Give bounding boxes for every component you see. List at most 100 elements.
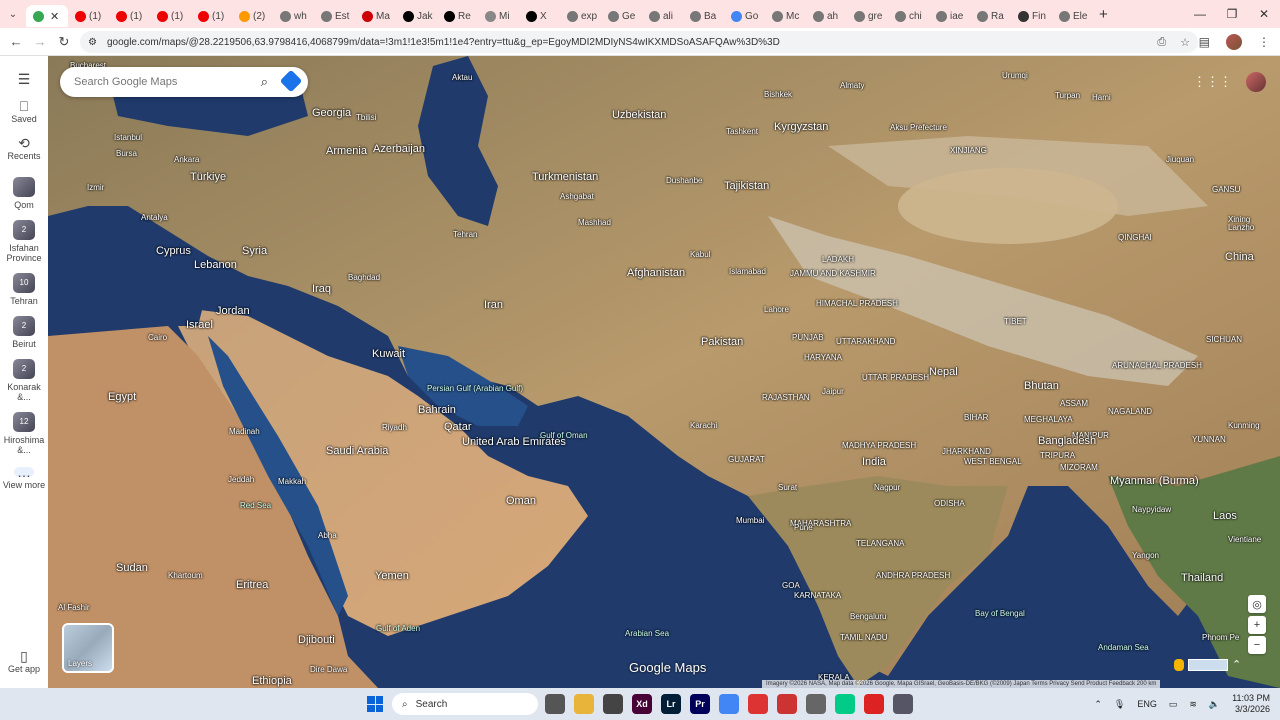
search-input[interactable] bbox=[74, 76, 234, 88]
map-place-label[interactable]: YUNNAN bbox=[1192, 434, 1226, 445]
map-place-label[interactable]: Bursa bbox=[116, 148, 137, 159]
map-place-label[interactable]: Madinah bbox=[229, 426, 260, 437]
reload-icon[interactable]: ↻ bbox=[52, 34, 76, 50]
map-place-label[interactable]: Afghanistan bbox=[627, 268, 685, 279]
map-place-label[interactable]: Urumqi bbox=[1002, 70, 1028, 81]
map-place-label[interactable]: Jaipur bbox=[822, 386, 844, 397]
pegman-icon[interactable] bbox=[1174, 658, 1184, 671]
map-place-label[interactable]: Khartoum bbox=[168, 570, 203, 581]
map-place-label[interactable]: Antalya bbox=[141, 212, 168, 223]
browser-tab[interactable]: Jak bbox=[396, 5, 437, 27]
map-place-label[interactable]: NAGALAND bbox=[1108, 406, 1152, 417]
map-place-label[interactable]: Nepal bbox=[929, 367, 958, 378]
map-place-label[interactable]: TAMIL NADU bbox=[840, 632, 888, 643]
map-place-label[interactable]: RAJASTHAN bbox=[762, 392, 810, 403]
adobe-xd-icon[interactable]: Xd bbox=[632, 694, 652, 714]
map-place-label[interactable]: KARNATAKA bbox=[794, 590, 841, 601]
apps-grid-icon[interactable]: ⋮⋮⋮ bbox=[1193, 74, 1232, 90]
map-place-label[interactable]: Yemen bbox=[375, 571, 409, 582]
map-place-label[interactable]: Aksu Prefecture bbox=[890, 122, 947, 133]
restore-icon[interactable]: ❐ bbox=[1216, 7, 1248, 21]
browser-tab[interactable]: ✕ bbox=[26, 5, 68, 27]
network-icon[interactable]: ▭ bbox=[1169, 699, 1178, 710]
forward-icon[interactable]: → bbox=[28, 34, 52, 49]
map-place-label[interactable]: MIZORAM bbox=[1060, 462, 1098, 473]
browser-tab[interactable]: (2) bbox=[232, 5, 273, 27]
browser-tab[interactable]: (1) bbox=[68, 5, 109, 27]
app-icon[interactable] bbox=[603, 694, 623, 714]
premiere-icon[interactable]: Pr bbox=[690, 694, 710, 714]
map-place-label[interactable]: Turkmenistan bbox=[532, 172, 598, 183]
map-place-label[interactable]: Bangladesh bbox=[1038, 436, 1096, 447]
recent-item[interactable]: 2 Isfahan Province bbox=[2, 220, 46, 263]
map-place-label[interactable]: QINGHAI bbox=[1118, 232, 1152, 243]
browser-tab[interactable]: (1) bbox=[150, 5, 191, 27]
map-place-label[interactable]: Kabul bbox=[690, 249, 710, 260]
map-place-label[interactable]: Jeddah bbox=[228, 474, 254, 485]
view-more-button[interactable]: … View more bbox=[2, 465, 46, 490]
edge-icon[interactable] bbox=[835, 694, 855, 714]
browser-tab[interactable]: Mc bbox=[765, 5, 806, 27]
map-place-label[interactable]: Makkah bbox=[278, 476, 306, 487]
map-place-label[interactable]: UTTARAKHAND bbox=[836, 336, 895, 347]
map-place-label[interactable]: TELANGANA bbox=[856, 538, 904, 549]
map-place-label[interactable]: MADHYA PRADESH bbox=[842, 440, 916, 451]
new-tab-button[interactable]: + bbox=[1099, 6, 1108, 23]
map-place-label[interactable]: Iraq bbox=[312, 284, 331, 295]
map-place-label[interactable]: UTTAR PRADESH bbox=[862, 372, 929, 383]
map-place-label[interactable]: Mashhad bbox=[578, 217, 611, 228]
browser-tab[interactable]: gre bbox=[847, 5, 888, 27]
install-icon[interactable]: ⎙ bbox=[1157, 36, 1166, 49]
map-place-label[interactable]: Bhutan bbox=[1024, 381, 1059, 392]
map-place-label[interactable]: Mumbai bbox=[736, 515, 764, 526]
map-place-label[interactable]: Kunming bbox=[1228, 420, 1260, 431]
map-place-label[interactable]: Abha bbox=[318, 530, 337, 541]
browser-tab[interactable]: chi bbox=[888, 5, 929, 27]
map-place-label[interactable]: Iran bbox=[484, 300, 503, 311]
map-place-label[interactable]: China bbox=[1225, 252, 1254, 263]
map-place-label[interactable]: Ankara bbox=[174, 154, 199, 165]
map-place-label[interactable]: Tbilisi bbox=[356, 112, 376, 123]
map-place-label[interactable]: Myanmar (Burma) bbox=[1110, 476, 1199, 487]
map-place-label[interactable]: ODISHA bbox=[934, 498, 965, 509]
saved-button[interactable]: ⎕ Saved bbox=[2, 99, 46, 124]
browser-tab[interactable]: Go bbox=[724, 5, 765, 27]
map-place-label[interactable]: Riyadh bbox=[382, 422, 407, 433]
recent-item[interactable]: 2 Beirut bbox=[2, 316, 46, 349]
file-explorer-icon[interactable] bbox=[574, 694, 594, 714]
map-place-label[interactable]: JAMMU AND KASHMIR bbox=[790, 268, 876, 279]
map-place-label[interactable]: Ashgabat bbox=[560, 191, 594, 202]
browser-tab[interactable]: X bbox=[519, 5, 560, 27]
map-place-label[interactable]: BIHAR bbox=[964, 412, 988, 423]
windows-start-icon[interactable] bbox=[367, 696, 383, 712]
map-place-label[interactable]: Gulf of Oman bbox=[540, 430, 588, 441]
map-place-label[interactable]: Phnom Pe bbox=[1202, 632, 1239, 643]
map-place-label[interactable]: Cairo bbox=[148, 332, 167, 343]
browser-tab[interactable]: Ra bbox=[970, 5, 1011, 27]
map-attribution[interactable]: Imagery ©2026 NASA, Map data ©2026 Googl… bbox=[762, 680, 1161, 688]
lightroom-icon[interactable]: Lr bbox=[661, 694, 681, 714]
map-place-label[interactable]: Azerbaijan bbox=[373, 144, 425, 155]
map-place-label[interactable]: TRIPURA bbox=[1040, 450, 1075, 461]
map-place-label[interactable]: WEST BENGAL bbox=[964, 456, 1022, 467]
taskbar-search[interactable]: ⌕ Search bbox=[392, 693, 538, 715]
zoom-out-button[interactable]: − bbox=[1248, 636, 1266, 654]
browser-tab[interactable]: Ma bbox=[355, 5, 396, 27]
map-place-label[interactable]: XINJIANG bbox=[950, 145, 987, 156]
tab-search-icon[interactable]: ⌄ bbox=[0, 0, 26, 28]
profile-avatar[interactable] bbox=[1226, 33, 1242, 50]
map-place-label[interactable]: Lanzho bbox=[1228, 222, 1254, 233]
map-place-label[interactable]: Bengaluru bbox=[850, 611, 886, 622]
map-place-label[interactable]: Vientiane bbox=[1228, 534, 1261, 545]
map-place-label[interactable]: India bbox=[862, 457, 886, 468]
recents-button[interactable]: ⟲ Recents bbox=[2, 136, 46, 161]
chrome-profile-icon[interactable] bbox=[748, 694, 768, 714]
map-place-label[interactable]: Baghdad bbox=[348, 272, 380, 283]
map-place-label[interactable]: Almaty bbox=[840, 80, 864, 91]
map-place-label[interactable]: Thailand bbox=[1181, 573, 1223, 584]
map-place-label[interactable]: Yangon bbox=[1132, 550, 1159, 561]
map-place-label[interactable]: HARYANA bbox=[804, 352, 842, 363]
recent-item[interactable]: Qom bbox=[2, 177, 46, 210]
zoom-in-button[interactable]: + bbox=[1248, 616, 1266, 634]
browser-tab[interactable]: ali bbox=[642, 5, 683, 27]
